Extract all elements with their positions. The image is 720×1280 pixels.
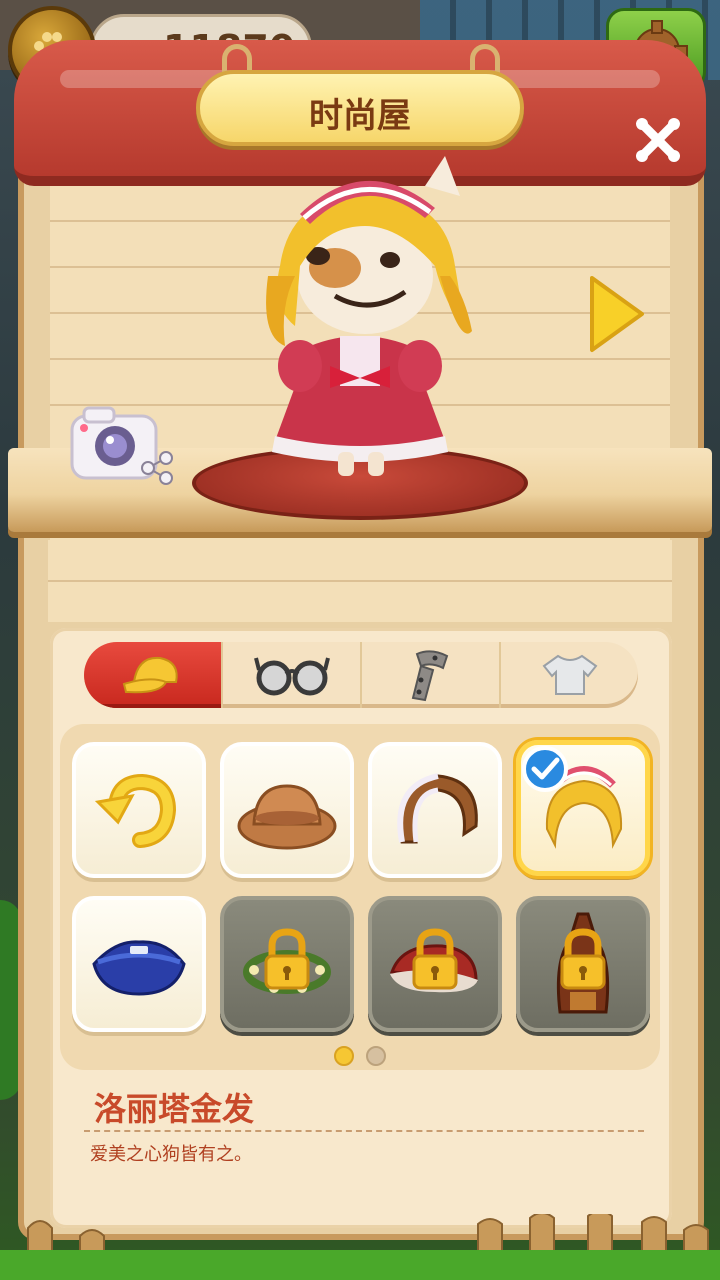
close-icon[interactable]	[630, 112, 686, 168]
tab-hat[interactable]	[84, 642, 223, 708]
item-slot-blue-cap[interactable]	[72, 896, 206, 1032]
tab-glasses[interactable]	[223, 642, 362, 708]
hat-icon	[122, 656, 178, 694]
item-slot-santa-hat[interactable]	[368, 896, 502, 1032]
glasses-icon	[253, 657, 330, 696]
tab-shirt[interactable]	[501, 642, 638, 708]
page-indicator-1[interactable]	[334, 1046, 354, 1066]
blue-cap-icon	[92, 940, 186, 996]
wardrobe-lower-wall	[48, 540, 672, 622]
brown-headband-icon	[397, 773, 478, 844]
padlock-icon	[264, 928, 310, 990]
category-tabs	[84, 642, 638, 708]
brown-bowler-hat-icon	[237, 784, 337, 850]
item-slot-flower-wreath[interactable]	[220, 896, 354, 1032]
item-slot-headband[interactable]	[368, 742, 502, 878]
page-title: 时尚屋	[309, 96, 411, 136]
padlock-icon	[560, 928, 606, 990]
item-slot-lolita-wig[interactable]	[516, 740, 650, 876]
selected-check-icon	[522, 746, 568, 792]
description-divider	[84, 1130, 644, 1132]
selected-item-description: 爱美之心狗皆有之。	[90, 1144, 252, 1165]
scarf-icon	[411, 650, 448, 702]
camera-share-button[interactable]	[70, 402, 174, 486]
dog-character-preview	[266, 156, 472, 476]
shirt-icon	[542, 654, 597, 695]
item-slot-reset[interactable]	[72, 742, 206, 878]
page-indicator-2[interactable]	[366, 1046, 386, 1066]
next-character-arrow[interactable]	[586, 272, 648, 356]
tab-scarf[interactable]	[362, 642, 501, 708]
selected-item-name: 洛丽塔金发	[94, 1090, 255, 1128]
item-slot-bowler-hat[interactable]	[220, 742, 354, 878]
item-slot-hood[interactable]	[516, 896, 650, 1032]
padlock-icon	[412, 928, 458, 990]
grass-strip	[0, 1250, 720, 1280]
title-sign: 时尚屋	[196, 70, 524, 146]
undo-arrow-icon	[94, 773, 177, 848]
